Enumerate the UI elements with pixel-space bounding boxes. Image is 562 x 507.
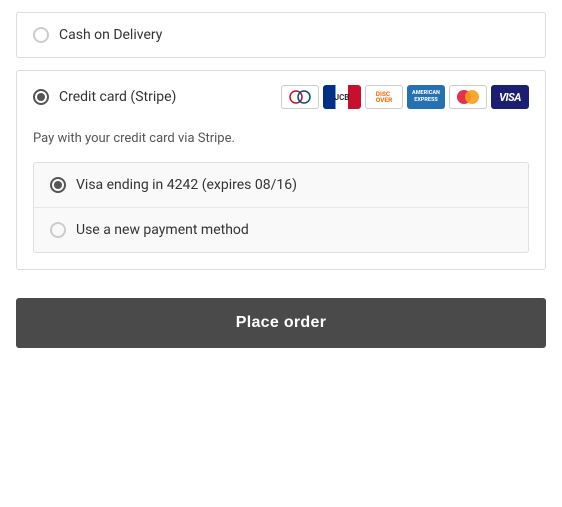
saved-method-visa-radio[interactable] [50,177,66,193]
mastercard-svg [454,88,482,106]
diners-card-icon [281,85,319,109]
visa-card-icon: VISA [491,85,529,109]
discover-text: DISCOVER [376,91,392,104]
cash-on-delivery-option[interactable]: Cash on Delivery [16,12,546,58]
new-payment-method-label: Use a new payment method [76,222,249,238]
visa-text: VISA [499,91,521,104]
new-payment-method-radio[interactable] [50,222,66,238]
payment-page: Cash on Delivery Credit card (Stripe) JC… [0,0,562,507]
place-order-section: Place order [0,282,562,364]
credit-card-radio[interactable] [33,89,49,105]
amex-card-icon: AMERICANEXPRESS [407,85,445,109]
new-payment-method[interactable]: Use a new payment method [34,208,528,252]
place-order-button[interactable]: Place order [16,298,546,348]
cash-on-delivery-label: Cash on Delivery [59,27,162,43]
card-icons-group: JCB DISCOVER AMERICANEXPRESS [281,85,529,109]
credit-card-label: Credit card (Stripe) [59,89,176,105]
diners-svg [286,89,314,105]
saved-payment-methods: Visa ending in 4242 (expires 08/16) Use … [33,162,529,253]
mastercard-icon [449,85,487,109]
credit-card-header-left: Credit card (Stripe) [33,89,176,105]
discover-card-icon: DISCOVER [365,85,403,109]
saved-method-visa-label: Visa ending in 4242 (expires 08/16) [76,177,297,193]
cash-on-delivery-radio[interactable] [33,27,49,43]
jcb-card-icon: JCB [323,85,361,109]
credit-card-header[interactable]: Credit card (Stripe) JCB DISCOVER [17,71,545,123]
saved-method-visa[interactable]: Visa ending in 4242 (expires 08/16) [34,163,528,208]
amex-text: AMERICANEXPRESS [412,90,440,103]
stripe-description-text: Pay with your credit card via Stripe. [33,131,235,146]
credit-card-option: Credit card (Stripe) JCB DISCOVER [16,70,546,270]
stripe-description: Pay with your credit card via Stripe. [17,123,545,162]
jcb-text: JCB [335,93,350,102]
